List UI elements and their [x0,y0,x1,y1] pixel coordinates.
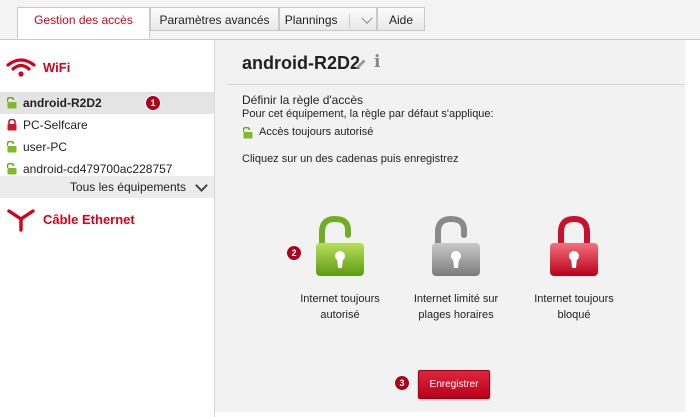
rule-heading: Définir la règle d'accès [242,93,364,107]
device-row-pc-selfcare[interactable]: PC-Selfcare [0,114,214,136]
choice-line-1: Internet toujours [534,293,614,305]
lock-limited-schedule-icon[interactable] [428,216,484,278]
wifi-label: WiFi [43,60,71,75]
tab-aide[interactable]: Aide [377,7,425,31]
ethernet-section-header[interactable]: Câble Ethernet [0,206,214,234]
current-rule-text: Accès toujours autorisé [259,126,374,138]
rule-subtext: Pour cet équipement, la règle par défaut… [242,108,494,120]
device-row-user-pc[interactable]: user-PC [0,136,214,158]
device-row-android-r2d2[interactable]: android-R2D2 [0,92,214,114]
ethernet-label: Câble Ethernet [43,212,135,227]
all-devices-toggle[interactable]: Tous les équipements [0,176,214,198]
unlocked-green-icon [243,127,253,139]
tab-label: Plannings [284,13,338,27]
instruction-text: Cliquez sur un des cadenas puis enregist… [242,153,459,165]
choice-label-always-blocked[interactable]: Internet toujours bloqué [504,291,644,323]
lock-always-blocked-icon[interactable] [546,216,602,278]
title-divider [227,84,685,85]
top-tab-bar: Gestion des accès Paramètres avancés Pla… [0,0,700,40]
device-name: PC-Selfcare [23,118,88,132]
lock-always-allowed-icon[interactable] [312,216,368,278]
save-button[interactable]: Enregistrer [418,370,490,399]
chevron-down-icon[interactable] [361,12,373,24]
device-title: android-R2D2 [242,53,361,73]
tab-label: Gestion des accès [34,13,133,27]
step-badge-3: 3 [395,376,409,390]
choice-line-2: bloqué [557,309,591,321]
device-detail-panel: android-R2D2 i Définir la règle d'accès … [215,40,685,412]
device-name: android-R2D2 [23,96,102,110]
unlocked-green-icon [7,141,17,153]
tab-plannings[interactable]: Plannings [279,7,377,31]
tab-label: Paramètres avancés [159,13,270,27]
unlocked-green-icon [7,163,17,175]
ethernet-cable-icon [7,209,35,232]
sidebar: WiFi android-R2D2 PC-Selfcare user-PC an… [0,40,215,417]
wifi-icon [6,58,36,77]
info-icon[interactable]: i [374,52,380,72]
tab-divider [348,13,350,28]
locked-red-icon [7,119,17,131]
edit-pencil-icon[interactable] [355,58,367,70]
step-badge-1: 1 [146,96,160,110]
chevron-down-icon [195,179,208,192]
all-devices-label: Tous les équipements [69,180,186,194]
step-badge-2: 2 [287,246,301,260]
device-name: user-PC [23,140,68,154]
unlocked-green-icon [7,97,17,109]
wifi-section-header: WiFi [0,54,214,82]
tab-gestion-des-acces[interactable]: Gestion des accès [17,7,150,39]
tab-parametres-avances[interactable]: Paramètres avancés [150,7,279,31]
tab-label: Aide [388,13,414,27]
